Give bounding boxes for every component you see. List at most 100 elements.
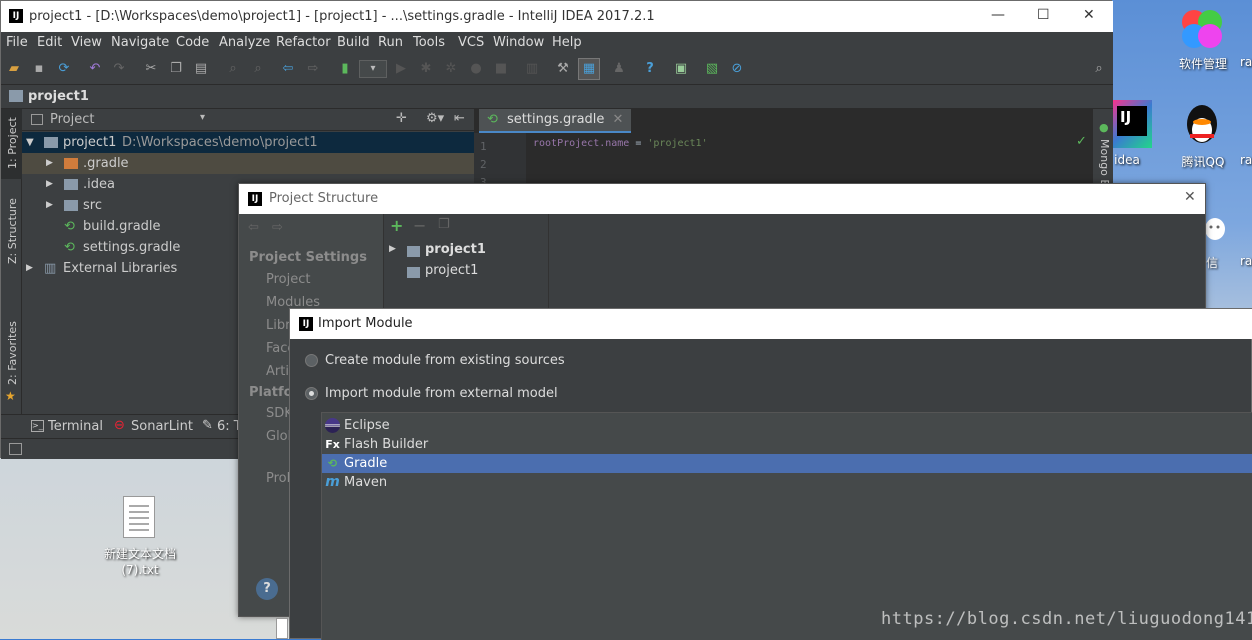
view-dropdown-icon[interactable]: ▾ <box>200 112 205 123</box>
list-item-eclipse[interactable]: Eclipse <box>322 416 1252 435</box>
menu-code[interactable]: Code <box>176 35 209 50</box>
add-icon[interactable]: + <box>390 216 403 235</box>
menu-edit[interactable]: Edit <box>37 35 62 50</box>
menu-tools[interactable]: Tools <box>413 35 445 50</box>
vcs-icon[interactable]: ▥ <box>524 61 540 77</box>
replace-icon[interactable]: ⌕ <box>250 61 266 77</box>
qq-icon[interactable] <box>1182 102 1222 148</box>
title-bar: IJ project1 - [D:\Workspaces\demo\projec… <box>1 1 1113 32</box>
list-item-maven[interactable]: m Maven <box>322 473 1252 492</box>
hide-panel-icon[interactable]: ⇤ <box>454 111 465 126</box>
collapse-arrow-icon[interactable]: ▶ <box>26 258 33 279</box>
list-item-flash-builder[interactable]: Fx Flash Builder <box>322 435 1252 454</box>
menu-refactor[interactable]: Refactor <box>276 35 331 50</box>
sdk-icon[interactable]: ♟ <box>611 61 627 77</box>
menu-view[interactable]: View <box>71 35 102 50</box>
module-item-root[interactable]: project1 <box>425 242 486 257</box>
create-from-sources-label[interactable]: Create module from existing sources <box>325 353 565 368</box>
menu-run[interactable]: Run <box>378 35 403 50</box>
remove-icon[interactable]: − <box>413 216 426 235</box>
minimize-button[interactable]: — <box>991 7 1005 23</box>
import-external-model-label[interactable]: Import module from external model <box>325 386 558 401</box>
settings-gear-icon[interactable]: ⚙▾ <box>426 111 444 126</box>
copy-icon[interactable]: ❐ <box>438 217 450 232</box>
help-icon[interactable]: ? <box>642 61 658 77</box>
ra-label: ra <box>1240 55 1252 69</box>
close-button[interactable]: ✕ <box>1083 7 1095 23</box>
search-everywhere-icon[interactable]: ⌕ <box>1091 61 1107 77</box>
expand-arrow-icon[interactable]: ▼ <box>26 132 34 153</box>
create-from-sources-radio[interactable] <box>305 354 318 367</box>
paste-icon[interactable]: ▤ <box>193 61 209 77</box>
run-icon[interactable]: ▶ <box>393 61 409 77</box>
android-icon[interactable]: ▣ <box>673 61 689 77</box>
breadcrumb-project[interactable]: project1 <box>28 89 89 104</box>
collapse-arrow-icon[interactable]: ▶ <box>46 195 53 216</box>
collapse-arrow-icon[interactable]: ▶ <box>46 153 53 174</box>
build-icon[interactable]: ▮ <box>337 61 353 77</box>
cut-icon[interactable]: ✂ <box>143 61 159 77</box>
sidebar-item-project[interactable]: Project <box>266 272 310 287</box>
project-structure-icon[interactable]: ▦ <box>578 58 600 80</box>
back-icon[interactable]: ⇦ <box>280 61 296 77</box>
disable-icon[interactable]: ⊘ <box>729 61 745 77</box>
tool-project-tab[interactable]: 1: Project <box>6 117 19 169</box>
menu-navigate[interactable]: Navigate <box>111 35 169 50</box>
debug-icon[interactable]: ✱ <box>418 61 434 77</box>
expand-arrow-icon[interactable]: ▶ <box>389 244 396 254</box>
nav-forward-icon[interactable]: ⇨ <box>272 220 283 235</box>
tree-row-root[interactable]: ▼ project1 D:\Workspaces\demo\project1 <box>22 132 474 153</box>
menu-help[interactable]: Help <box>552 35 582 50</box>
run-config-dropdown[interactable]: ▾ <box>359 60 387 78</box>
undo-icon[interactable]: ↶ <box>87 61 103 77</box>
tree-row-gradle[interactable]: ▶ .gradle <box>22 153 474 174</box>
close-dialog-button[interactable]: ✕ <box>1184 189 1196 205</box>
menu-build[interactable]: Build <box>337 35 370 50</box>
save-icon[interactable]: ▪ <box>31 61 47 77</box>
wechat-icon[interactable] <box>1205 215 1225 243</box>
sidebar-item-libraries[interactable]: Libr <box>266 318 290 333</box>
sonarlint-tab[interactable]: SonarLint <box>131 419 193 434</box>
eclipse-icon <box>325 418 340 433</box>
menu-window[interactable]: Window <box>493 35 544 50</box>
idea-desktop-icon[interactable]: IJ <box>1112 100 1152 148</box>
scroll-from-source-icon[interactable]: ✛ <box>396 111 407 126</box>
toggle-tool-windows-icon[interactable] <box>9 443 22 455</box>
editor-tab-settings-gradle[interactable]: ⟲ settings.gradle ✕ <box>479 109 632 133</box>
stop-icon[interactable]: ■ <box>493 61 509 77</box>
redo-icon[interactable]: ↷ <box>111 61 127 77</box>
project-view-selector[interactable]: Project <box>50 112 94 127</box>
help-button[interactable]: ? <box>256 578 278 600</box>
profile-icon[interactable]: ● <box>468 61 484 77</box>
gradle-file-icon: ⟲ <box>487 112 498 127</box>
module-item-child[interactable]: project1 <box>425 263 478 278</box>
list-item-gradle[interactable]: ⟲ Gradle <box>322 454 1252 473</box>
text-file-icon[interactable] <box>123 496 155 538</box>
help-icon: ? <box>263 581 271 596</box>
mongo-explorer-tab[interactable]: Mongo E <box>1098 139 1111 186</box>
code-value: 'project1' <box>647 138 708 149</box>
software-manager-icon[interactable] <box>1178 4 1228 54</box>
monitor-icon[interactable]: ▧ <box>704 61 720 77</box>
close-tab-icon[interactable]: ✕ <box>613 112 624 127</box>
copy-icon[interactable]: ❐ <box>168 61 184 77</box>
tool-favorites-tab[interactable]: 2: Favorites <box>6 321 19 385</box>
import-external-model-radio[interactable] <box>305 387 318 400</box>
terminal-tab[interactable]: Terminal <box>48 419 103 434</box>
find-icon[interactable]: ⌕ <box>225 61 241 77</box>
sidebar-item-artifacts[interactable]: Arti <box>266 364 289 379</box>
collapse-arrow-icon[interactable]: ▶ <box>46 174 53 195</box>
maximize-button[interactable]: ☐ <box>1037 7 1050 23</box>
menu-vcs[interactable]: VCS <box>458 35 484 50</box>
code-line-1[interactable]: rootProject.name = 'project1' <box>533 138 708 149</box>
tool-structure-tab[interactable]: Z: Structure <box>6 198 19 264</box>
settings-wrench-icon[interactable]: ⚒ <box>555 61 571 77</box>
sidebar-item-problems[interactable]: Prol <box>266 471 290 486</box>
forward-icon[interactable]: ⇨ <box>305 61 321 77</box>
menu-analyze[interactable]: Analyze <box>219 35 270 50</box>
nav-back-icon[interactable]: ⇦ <box>248 220 259 235</box>
coverage-icon[interactable]: ✲ <box>443 61 459 77</box>
menu-file[interactable]: File <box>6 35 28 50</box>
sync-icon[interactable]: ⟳ <box>56 61 72 77</box>
open-folder-icon[interactable]: ▰ <box>6 61 22 77</box>
